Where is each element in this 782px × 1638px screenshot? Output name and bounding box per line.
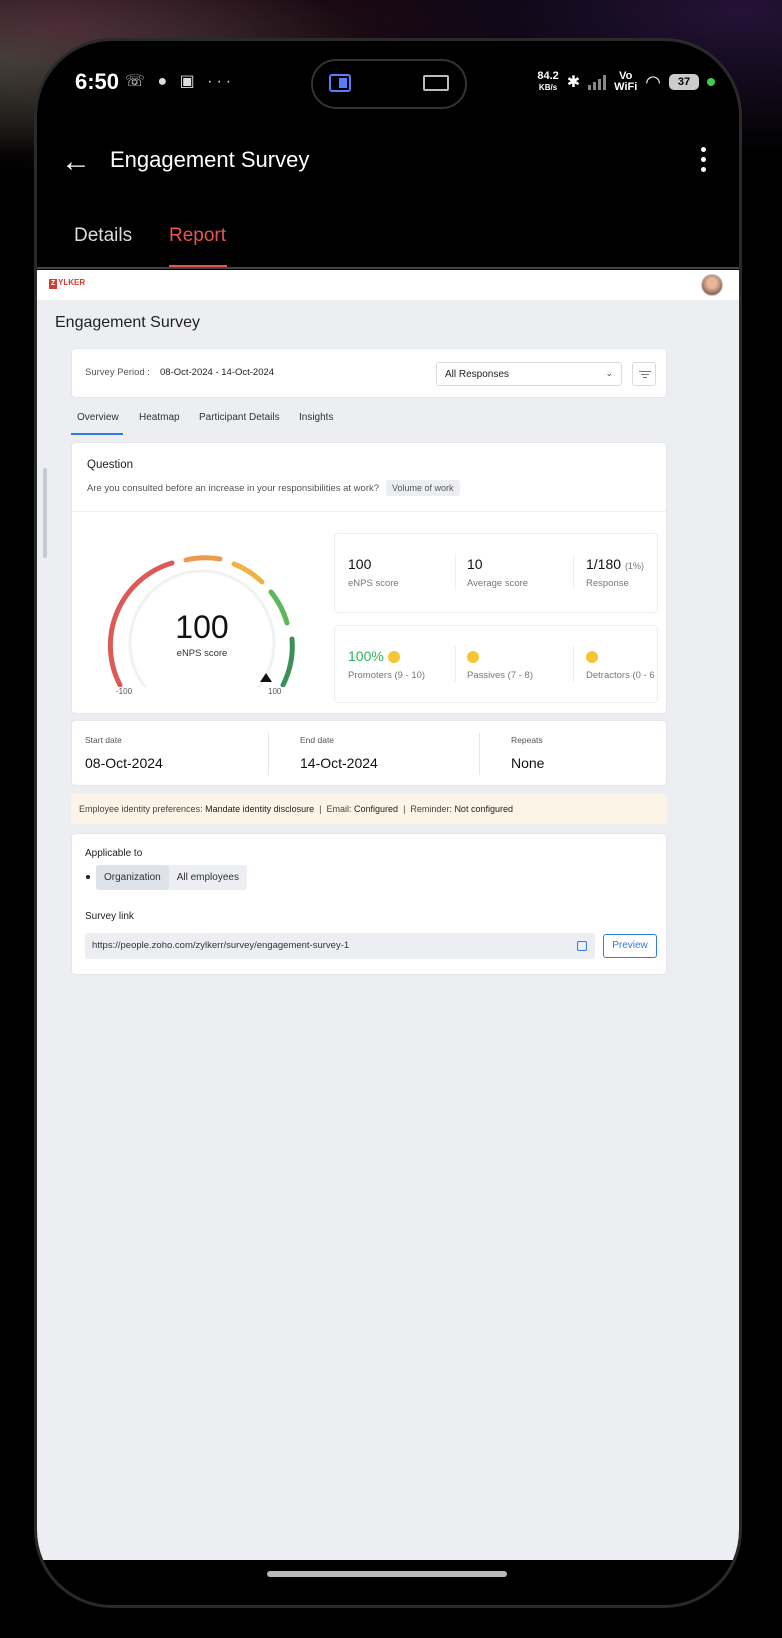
active-sub-tab-indicator — [71, 433, 123, 435]
responses-dropdown[interactable]: All Responses ⌄ — [436, 362, 622, 386]
avatar[interactable] — [701, 274, 723, 296]
laptop-icon[interactable] — [423, 75, 449, 91]
page-title: Engagement Survey — [55, 314, 200, 331]
more-options-icon[interactable] — [701, 147, 707, 177]
passives-stat: Passives (7 - 8) — [467, 648, 533, 681]
survey-period-value: 08-Oct-2024 - 14-Oct-2024 — [160, 367, 275, 378]
scrollbar[interactable] — [43, 468, 47, 558]
gauge-min: -100 — [116, 687, 133, 696]
tab-details[interactable]: Details — [74, 225, 132, 247]
filter-button[interactable] — [632, 362, 656, 386]
tab-report[interactable]: Report — [169, 225, 226, 247]
response-stat: 1/180 (1%) Response — [586, 556, 644, 589]
organization-chip: Organization — [96, 865, 169, 890]
enps-gauge: 100 eNPS score -100 100 — [100, 535, 304, 717]
bluetooth-icon: ✱ — [566, 74, 581, 91]
app-switch-icon[interactable] — [329, 74, 351, 92]
phone-frame: 6:50 ☏ ● ▣ ··· 84.2 KB/s ✱ Vo WiFi ◠ 37 … — [34, 38, 742, 1608]
applicable-to-label: Applicable to — [85, 848, 143, 859]
enps-stat: 100 eNPS score — [348, 556, 399, 589]
start-date: Start date 08-Oct-2024 — [85, 735, 163, 771]
gauge-value: 100 — [175, 609, 229, 645]
neutral-face-icon — [467, 651, 479, 664]
app-title: Engagement Survey — [110, 147, 310, 172]
question-tag: Volume of work — [386, 480, 460, 496]
question-text: Are you consulted before an increase in … — [87, 483, 380, 494]
detractors-stat: Detractors (0 - 6 — [586, 648, 655, 681]
battery-icon: 37 — [669, 74, 699, 90]
copy-icon[interactable] — [577, 941, 587, 951]
dynamic-island — [311, 59, 467, 109]
survey-period-bar: Survey Period : 08-Oct-2024 - 14-Oct-202… — [71, 348, 667, 398]
promoters-stat: 100% Promoters (9 - 10) — [348, 648, 426, 681]
preferences-banner: Employee identity preferences: Mandate i… — [71, 794, 667, 824]
clock: 6:50 — [75, 69, 120, 94]
network-speed: 84.2 KB/s — [537, 70, 559, 93]
category-summary: 100% Promoters (9 - 10) Passives (7 - 8)… — [334, 625, 658, 703]
survey-link-field[interactable]: https://people.zoho.com/zylkerr/survey/e… — [85, 933, 595, 959]
tab-insights[interactable]: Insights — [299, 412, 333, 423]
notification-icons: ☏ ● ▣ ··· — [125, 73, 236, 90]
vowifi-icon: Vo WiFi — [614, 70, 638, 93]
question-heading: Question — [87, 459, 134, 471]
tab-overview[interactable]: Overview — [77, 412, 119, 423]
question-card: Question Are you consulted before an inc… — [71, 442, 667, 717]
app-bar: ← Engagement Survey Details Report — [37, 131, 739, 269]
all-employees-chip: All employees — [176, 872, 239, 883]
end-date: End date 14-Oct-2024 — [300, 735, 378, 771]
survey-link-label: Survey link — [85, 911, 134, 922]
survey-period-label: Survey Period : — [85, 367, 150, 378]
preview-button[interactable]: Preview — [603, 934, 657, 958]
tab-bar: Details Report — [37, 225, 739, 269]
grinning-face-icon — [387, 651, 400, 664]
gauge-max: 100 — [268, 687, 282, 696]
web-header: Z YLKER — [37, 270, 739, 300]
gauge-label: eNPS score — [176, 648, 228, 659]
sad-face-icon — [586, 651, 598, 664]
repeats: Repeats None — [511, 735, 545, 771]
home-indicator[interactable] — [267, 1571, 507, 1577]
zylker-logo: Z YLKER — [49, 278, 86, 289]
bullet — [86, 875, 90, 879]
signal-icon — [588, 74, 607, 90]
report-sub-tabs: Overview Heatmap Participant Details Ins… — [71, 406, 667, 436]
divider — [72, 511, 666, 512]
chevron-down-icon: ⌄ — [605, 368, 613, 378]
tab-heatmap[interactable]: Heatmap — [139, 412, 180, 423]
applicability-card: Applicable to Organization All employees… — [71, 833, 667, 975]
status-bar: 6:50 ☏ ● ▣ ··· 84.2 KB/s ✱ Vo WiFi ◠ 37 — [37, 41, 739, 131]
back-arrow-icon[interactable]: ← — [61, 145, 91, 179]
wifi-icon: ◠ — [645, 71, 661, 92]
tab-participant-details[interactable]: Participant Details — [199, 412, 280, 423]
report-webview: Z YLKER Engagement Survey Survey Period :… — [37, 270, 739, 1560]
tab-bar-divider — [37, 267, 739, 269]
applicable-to-values: Organization All employees — [96, 865, 247, 890]
schedule-card: Start date 08-Oct-2024 End date 14-Oct-2… — [71, 720, 667, 786]
system-icons: 84.2 KB/s ✱ Vo WiFi ◠ 37 — [537, 71, 715, 93]
score-summary: 100 eNPS score 10 Average score 1/180 (1… — [334, 533, 658, 613]
privacy-dot-icon — [707, 78, 715, 86]
average-score-stat: 10 Average score — [467, 556, 529, 589]
